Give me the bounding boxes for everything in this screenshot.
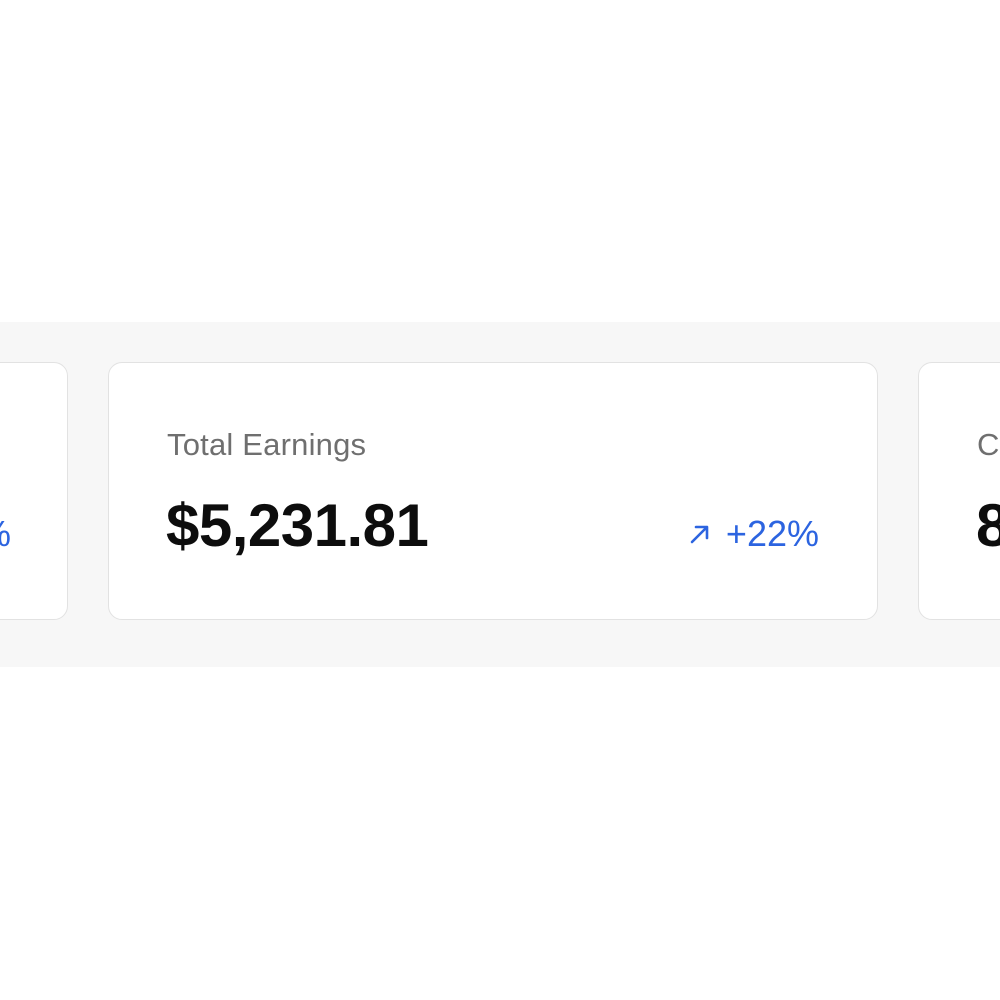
stat-label: Total Earnings [167, 427, 367, 462]
stat-change: % [0, 513, 11, 555]
stat-label: C [977, 427, 1000, 462]
stat-card-total-earnings: Total Earnings $5,231.81 +22% [108, 362, 878, 620]
stat-card-partial-right: C 8 [918, 362, 1000, 620]
stat-value: 8 [976, 492, 1000, 559]
stat-card-partial-left: % [0, 362, 68, 620]
stat-value: $5,231.81 [166, 492, 429, 559]
stats-cards-row: % Total Earnings $5,231.81 +22% C 8 [0, 322, 1000, 667]
stat-change-value: +22% [725, 513, 819, 554]
arrow-up-right-icon [688, 522, 712, 546]
stat-change-indicator: +22% [688, 513, 819, 555]
